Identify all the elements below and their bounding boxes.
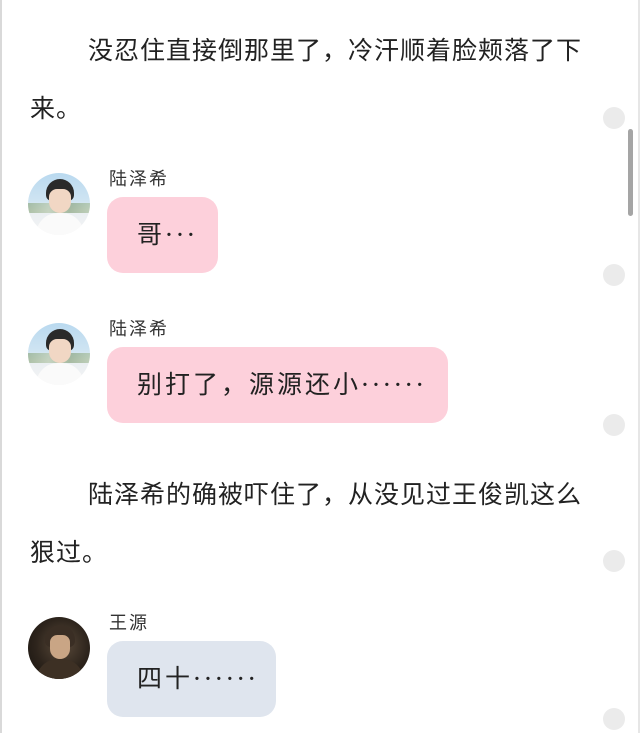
scroll-marker-icon[interactable] (603, 264, 625, 286)
avatar[interactable] (28, 323, 90, 385)
message-bubble[interactable]: 四十······ (107, 641, 276, 717)
scroll-marker-icon[interactable] (603, 414, 625, 436)
narration-paragraph: 陆泽希的确被吓住了，从没见过王俊凯这么狠过。 (30, 480, 583, 567)
message-bubble[interactable]: 哥··· (107, 197, 218, 273)
sender-name: 陆泽希 (109, 169, 169, 190)
sender-name: 陆泽希 (109, 319, 169, 340)
left-divider (0, 0, 2, 733)
avatar[interactable] (28, 173, 90, 235)
chat-story-view: 没忍住直接倒那里了，冷汗顺着脸颊落了下来。 陆泽希 哥··· 陆泽希 别打了，源… (0, 0, 640, 733)
scroll-marker-icon[interactable] (603, 708, 625, 730)
message-bubble[interactable]: 别打了，源源还小······ (107, 347, 448, 423)
narration-paragraph: 没忍住直接倒那里了，冷汗顺着脸颊落了下来。 (30, 36, 583, 123)
scrollbar-thumb[interactable] (628, 129, 633, 216)
avatar[interactable] (28, 617, 90, 679)
sender-name: 王源 (109, 613, 149, 634)
scroll-marker-icon[interactable] (603, 107, 625, 129)
scroll-marker-icon[interactable] (603, 550, 625, 572)
